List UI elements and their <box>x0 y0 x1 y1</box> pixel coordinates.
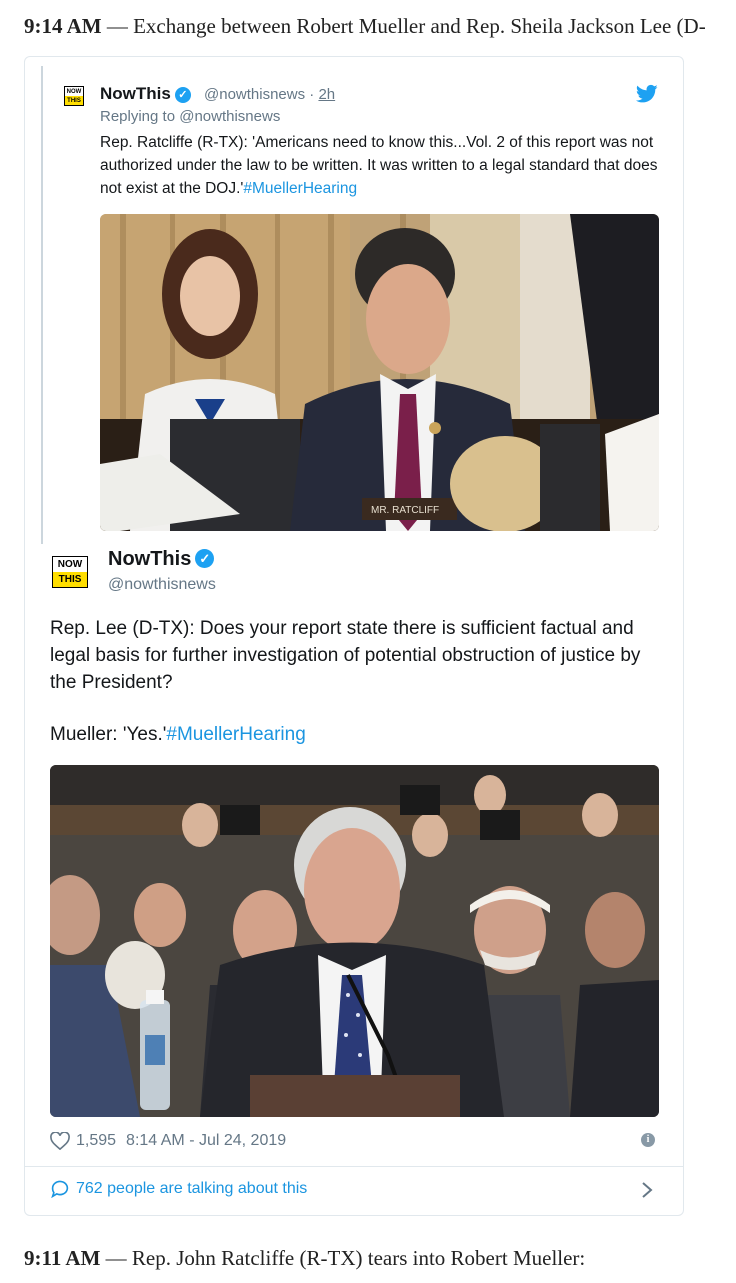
headline-text: — Exchange between Robert Mueller and Re… <box>101 14 706 38</box>
main-author-handle[interactable]: @nowthisnews <box>108 576 216 594</box>
card-divider <box>25 1166 683 1167</box>
nowthis-avatar-small[interactable]: NOW THIS <box>64 86 84 106</box>
quoted-tweet-body: Rep. Ratcliffe (R-TX): 'Americans need t… <box>100 134 658 197</box>
logo-this-text: THIS <box>65 96 83 105</box>
verified-icon: ✓ <box>195 549 215 568</box>
mueller-photo-scene <box>50 765 659 1117</box>
ratcliffe-photo-scene: MR. RATCLIFF <box>100 214 659 531</box>
headline-time: 9:14 AM <box>24 14 102 38</box>
heart-icon[interactable] <box>50 1132 70 1150</box>
tweet-paragraph-question: Rep. Lee (D-TX): Does your report state … <box>50 618 641 693</box>
headline-exchange: 9:14 AM — Exchange between Robert Muelle… <box>24 12 736 40</box>
hashtag-link[interactable]: #MuellerHearing <box>243 180 357 197</box>
mueller-photo[interactable] <box>50 765 659 1117</box>
hashtag-link[interactable]: #MuellerHearing <box>166 724 305 745</box>
replying-to-label[interactable]: Replying to @nowthisnews <box>100 108 280 125</box>
quoted-tweet-text: Rep. Ratcliffe (R-TX): 'Americans need t… <box>100 131 660 200</box>
info-icon[interactable]: i <box>641 1133 655 1147</box>
thread-connector-line <box>41 66 43 544</box>
headline-ratcliffe: 9:11 AM — Rep. John Ratcliffe (R-TX) tea… <box>24 1244 736 1272</box>
twitter-bird-icon[interactable] <box>636 84 658 104</box>
quoted-author-handle[interactable]: @nowthisnews <box>204 86 305 103</box>
headline-text: — Rep. John Ratcliffe (R-TX) tears into … <box>100 1246 586 1270</box>
quoted-author-name[interactable]: NowThis ✓ <box>100 84 191 104</box>
main-author-name[interactable]: NowThis ✓ <box>108 548 215 571</box>
nowthis-avatar[interactable]: NOW THIS <box>52 556 88 588</box>
tweet-timestamp[interactable]: 8:14 AM - Jul 24, 2019 <box>126 1132 286 1150</box>
logo-now-text: NOW <box>65 87 83 96</box>
verified-icon: ✓ <box>174 87 191 103</box>
quoted-author-label: NowThis <box>100 84 171 103</box>
answer-text: Mueller: 'Yes.' <box>50 724 167 745</box>
logo-this-text: THIS <box>53 572 87 587</box>
logo-now-text: NOW <box>53 557 87 572</box>
quoted-author-meta: @nowthisnews · 2h <box>204 86 336 103</box>
nameplate-caption: MR. RATCLIFF <box>371 505 439 516</box>
tweet-paragraph-answer: Mueller: 'Yes.'#MuellerHearing <box>50 721 670 748</box>
ratcliffe-photo[interactable]: MR. RATCLIFF <box>100 214 659 531</box>
speech-bubble-icon <box>51 1180 69 1198</box>
main-tweet-text: Rep. Lee (D-TX): Does your report state … <box>50 615 670 748</box>
tweet-meta-row: 1,595 8:14 AM - Jul 24, 2019 <box>50 1130 660 1152</box>
quoted-tweet-age[interactable]: 2h <box>318 86 335 103</box>
conversation-link[interactable]: 762 people are talking about this <box>50 1180 307 1198</box>
headline-time: 9:11 AM <box>24 1246 101 1270</box>
talking-count-label: 762 people are talking about this <box>76 1180 308 1197</box>
main-author-label: NowThis <box>108 548 192 570</box>
chevron-right-icon[interactable] <box>640 1180 654 1200</box>
like-count[interactable]: 1,595 <box>76 1132 116 1150</box>
